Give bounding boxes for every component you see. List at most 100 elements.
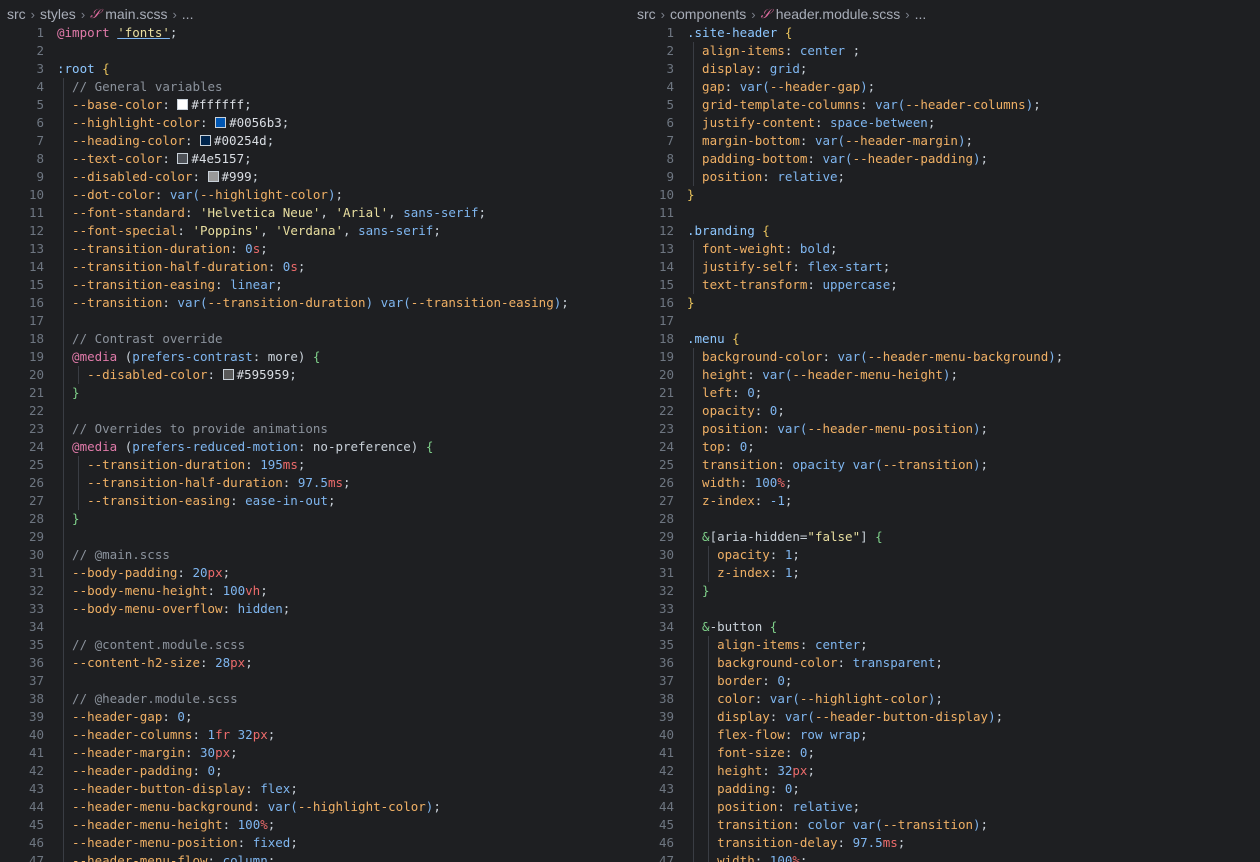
code-line[interactable]: 11 [630,204,1260,222]
code-line[interactable]: 47 width: 100%; [630,852,1260,862]
code-line[interactable]: 5 grid-template-columns: var(--header-co… [630,96,1260,114]
code-editor[interactable]: 1 .site-header {2 align-items: center ; 3 … [630,24,1260,862]
code-line[interactable]: 45 transition: color var(--transition); [630,816,1260,834]
code-line[interactable]: 38 // @header.module.scss [0,690,630,708]
code-line[interactable]: 34 [0,618,630,636]
code-line[interactable]: 2 align-items: center ; [630,42,1260,60]
code-line[interactable]: 33 --body-menu-overflow: hidden; [0,600,630,618]
code-line[interactable]: 21 left: 0; [630,384,1260,402]
code-line[interactable]: 36 --content-h2-size: 28px; [0,654,630,672]
color-swatch-icon[interactable] [215,117,227,128]
code-line[interactable]: 26 --transition-half-duration: 97.5ms; [0,474,630,492]
code-line[interactable]: 24 @media (prefers-reduced-motion: no-pr… [0,438,630,456]
code-line[interactable]: 21 } [0,384,630,402]
code-line[interactable]: 19 background-color: var(--header-menu-b… [630,348,1260,366]
code-line[interactable]: 33 [630,600,1260,618]
code-line[interactable]: 29 [0,528,630,546]
code-line[interactable]: 44 position: relative; [630,798,1260,816]
code-line[interactable]: 42 height: 32px; [630,762,1260,780]
code-line[interactable]: 16 --transition: var(--transition-durati… [0,294,630,312]
code-line[interactable]: 26 width: 100%; [630,474,1260,492]
code-line[interactable]: 41 font-size: 0; [630,744,1260,762]
breadcrumb-item-folder[interactable]: components [670,6,746,22]
code-line[interactable]: 36 background-color: transparent; [630,654,1260,672]
code-line[interactable]: 41 --header-margin: 30px; [0,744,630,762]
code-line[interactable]: 7 --heading-color: #00254d; [0,132,630,150]
code-line[interactable]: 7 margin-bottom: var(--header-margin); [630,132,1260,150]
code-line[interactable]: 32 } [630,582,1260,600]
code-line[interactable]: 24 top: 0; [630,438,1260,456]
code-line[interactable]: 22 [0,402,630,420]
editor-pane-header-module-scss[interactable]: src › components › 𝒮 header.module.scss … [630,0,1260,862]
code-line[interactable]: 15 --transition-easing: linear; [0,276,630,294]
code-line[interactable]: 32 --body-menu-height: 100vh; [0,582,630,600]
code-line[interactable]: 30 opacity: 1; [630,546,1260,564]
code-line[interactable]: 13 --transition-duration: 0s; [0,240,630,258]
code-line[interactable]: 30 // @main.scss [0,546,630,564]
code-line[interactable]: 47 --header-menu-flow: column; [0,852,630,862]
color-swatch-icon[interactable] [177,153,189,164]
code-line[interactable]: 37 border: 0; [630,672,1260,690]
code-line[interactable]: 28 } [0,510,630,528]
code-line[interactable]: 31 --body-padding: 20px; [0,564,630,582]
code-line[interactable]: 9 position: relative; [630,168,1260,186]
code-line[interactable]: 5 --base-color: #ffffff; [0,96,630,114]
code-line[interactable]: 37 [0,672,630,690]
code-line[interactable]: 45 --header-menu-height: 100%; [0,816,630,834]
code-line[interactable]: 17 [0,312,630,330]
code-line[interactable]: 9 --disabled-color: #999; [0,168,630,186]
code-line[interactable]: 17 [630,312,1260,330]
code-line[interactable]: 25 transition: opacity var(--transition)… [630,456,1260,474]
code-line[interactable]: 46 --header-menu-position: fixed; [0,834,630,852]
code-line[interactable]: 16} [630,294,1260,312]
code-line[interactable]: 43 --header-button-display: flex; [0,780,630,798]
code-line[interactable]: 14 --transition-half-duration: 0s; [0,258,630,276]
code-line[interactable]: 1 @import 'fonts'; [0,24,630,42]
code-line[interactable]: 6 justify-content: space-between; [630,114,1260,132]
code-line[interactable]: 31 z-index: 1; [630,564,1260,582]
code-line[interactable]: 44 --header-menu-background: var(--highl… [0,798,630,816]
code-line[interactable]: 10} [630,186,1260,204]
code-line[interactable]: 8 padding-bottom: var(--header-padding); [630,150,1260,168]
code-line[interactable]: 38 color: var(--highlight-color); [630,690,1260,708]
code-line[interactable]: 25 --transition-duration: 195ms; [0,456,630,474]
code-line[interactable]: 12 --font-special: 'Poppins', 'Verdana',… [0,222,630,240]
code-line[interactable]: 2 [0,42,630,60]
code-line[interactable]: 27 --transition-easing: ease-in-out; [0,492,630,510]
breadcrumb-item-src[interactable]: src [7,6,26,22]
editor-pane-main-scss[interactable]: src › styles › 𝒮 main.scss › ... 1 @impor… [0,0,630,862]
code-line[interactable]: 40 flex-flow: row wrap; [630,726,1260,744]
breadcrumb-item-symbol[interactable]: ... [182,6,194,22]
code-line[interactable]: 20 --disabled-color: #595959; [0,366,630,384]
code-line[interactable]: 35 // @content.module.scss [0,636,630,654]
code-line[interactable]: 8 --text-color: #4e5157; [0,150,630,168]
code-line[interactable]: 46 transition-delay: 97.5ms; [630,834,1260,852]
code-line[interactable]: 14 justify-self: flex-start; [630,258,1260,276]
code-line[interactable]: 12 .branding { [630,222,1260,240]
code-line[interactable]: 43 padding: 0; [630,780,1260,798]
code-line[interactable]: 18 .menu { [630,330,1260,348]
code-line[interactable]: 40 --header-columns: 1fr 32px; [0,726,630,744]
code-line[interactable]: 15 text-transform: uppercase; [630,276,1260,294]
code-line[interactable]: 39 --header-gap: 0; [0,708,630,726]
breadcrumb-item-file[interactable]: main.scss [105,6,167,22]
code-line[interactable]: 35 align-items: center; [630,636,1260,654]
code-line[interactable]: 39 display: var(--header-button-display)… [630,708,1260,726]
color-swatch-icon[interactable] [200,135,211,146]
code-line[interactable]: 4 gap: var(--header-gap); [630,78,1260,96]
color-swatch-icon[interactable] [207,171,219,182]
code-line[interactable]: 6 --highlight-color: #0056b3; [0,114,630,132]
code-line[interactable]: 4 // General variables [0,78,630,96]
code-editor[interactable]: 1 @import 'fonts'; 2 3:root {4 // General v… [0,24,630,862]
code-line[interactable]: 28 [630,510,1260,528]
code-line[interactable]: 22 opacity: 0; [630,402,1260,420]
color-swatch-icon[interactable] [177,99,189,110]
code-line[interactable]: 13 font-weight: bold; [630,240,1260,258]
code-line[interactable]: 1 .site-header { [630,24,1260,42]
breadcrumb-item-symbol[interactable]: ... [915,6,927,22]
breadcrumb-item-folder[interactable]: styles [40,6,76,22]
code-line[interactable]: 19 @media (prefers-contrast: more) { [0,348,630,366]
code-line[interactable]: 29 &[aria-hidden="false"] { [630,528,1260,546]
code-line[interactable]: 3 display: grid; [630,60,1260,78]
code-line[interactable]: 23 position: var(--header-menu-position)… [630,420,1260,438]
